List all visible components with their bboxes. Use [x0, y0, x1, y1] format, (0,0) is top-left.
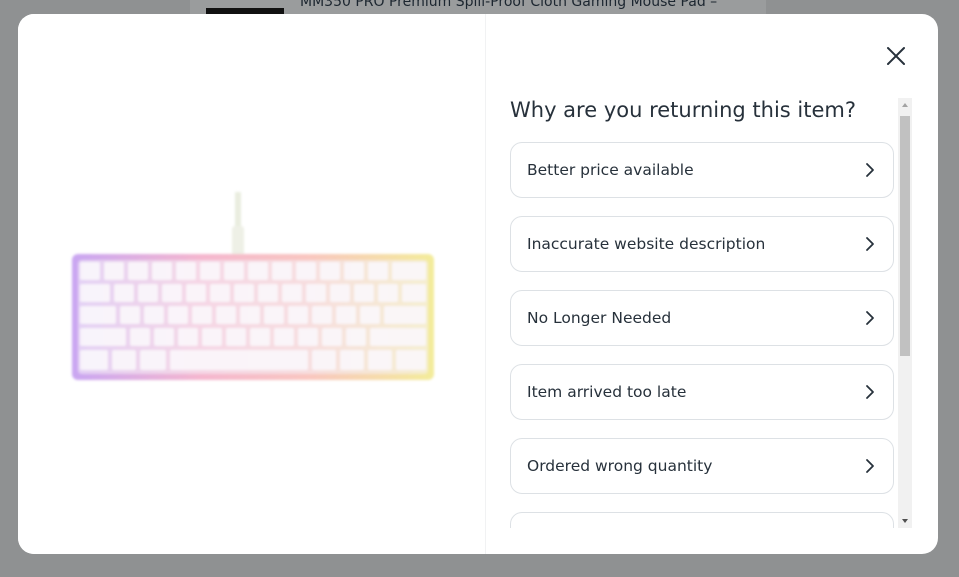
background-product-title: MM350 PRO Premium Spill-Proof Cloth Gami…	[300, 0, 718, 10]
scroll-up-arrow-icon[interactable]	[898, 98, 912, 112]
scroll-down-arrow-icon[interactable]	[898, 514, 912, 528]
reason-option-arrived-too-late[interactable]: Item arrived too late	[510, 364, 894, 420]
reason-label: Better price available	[527, 161, 694, 179]
reasons-list: Better price available Inaccurate websit…	[510, 142, 898, 528]
close-icon	[887, 47, 905, 65]
return-question-heading: Why are you returning this item?	[510, 98, 857, 122]
chevron-right-icon	[866, 163, 874, 177]
chevron-right-icon	[866, 385, 874, 399]
reason-label: No Longer Needed	[527, 309, 672, 327]
scrollbar-thumb[interactable]	[900, 116, 910, 356]
reason-label: Inaccurate website description	[527, 235, 766, 253]
reason-option-partial[interactable]	[510, 512, 894, 528]
reason-option-no-longer-needed[interactable]: No Longer Needed	[510, 290, 894, 346]
keyboard-product-image	[72, 192, 434, 380]
chevron-right-icon	[866, 311, 874, 325]
reasons-scrollbar[interactable]	[898, 98, 912, 528]
return-reason-modal: Why are you returning this item? Better …	[18, 14, 938, 554]
close-button[interactable]	[884, 44, 908, 68]
return-reasons-pane: Why are you returning this item? Better …	[486, 14, 938, 554]
chevron-right-icon	[866, 459, 874, 473]
reason-option-inaccurate-description[interactable]: Inaccurate website description	[510, 216, 894, 272]
reason-option-better-price[interactable]: Better price available	[510, 142, 894, 198]
reason-label: Ordered wrong quantity	[527, 457, 713, 475]
reason-label: Item arrived too late	[527, 383, 687, 401]
chevron-right-icon	[866, 237, 874, 251]
product-image-pane	[18, 14, 485, 554]
reason-option-wrong-quantity[interactable]: Ordered wrong quantity	[510, 438, 894, 494]
